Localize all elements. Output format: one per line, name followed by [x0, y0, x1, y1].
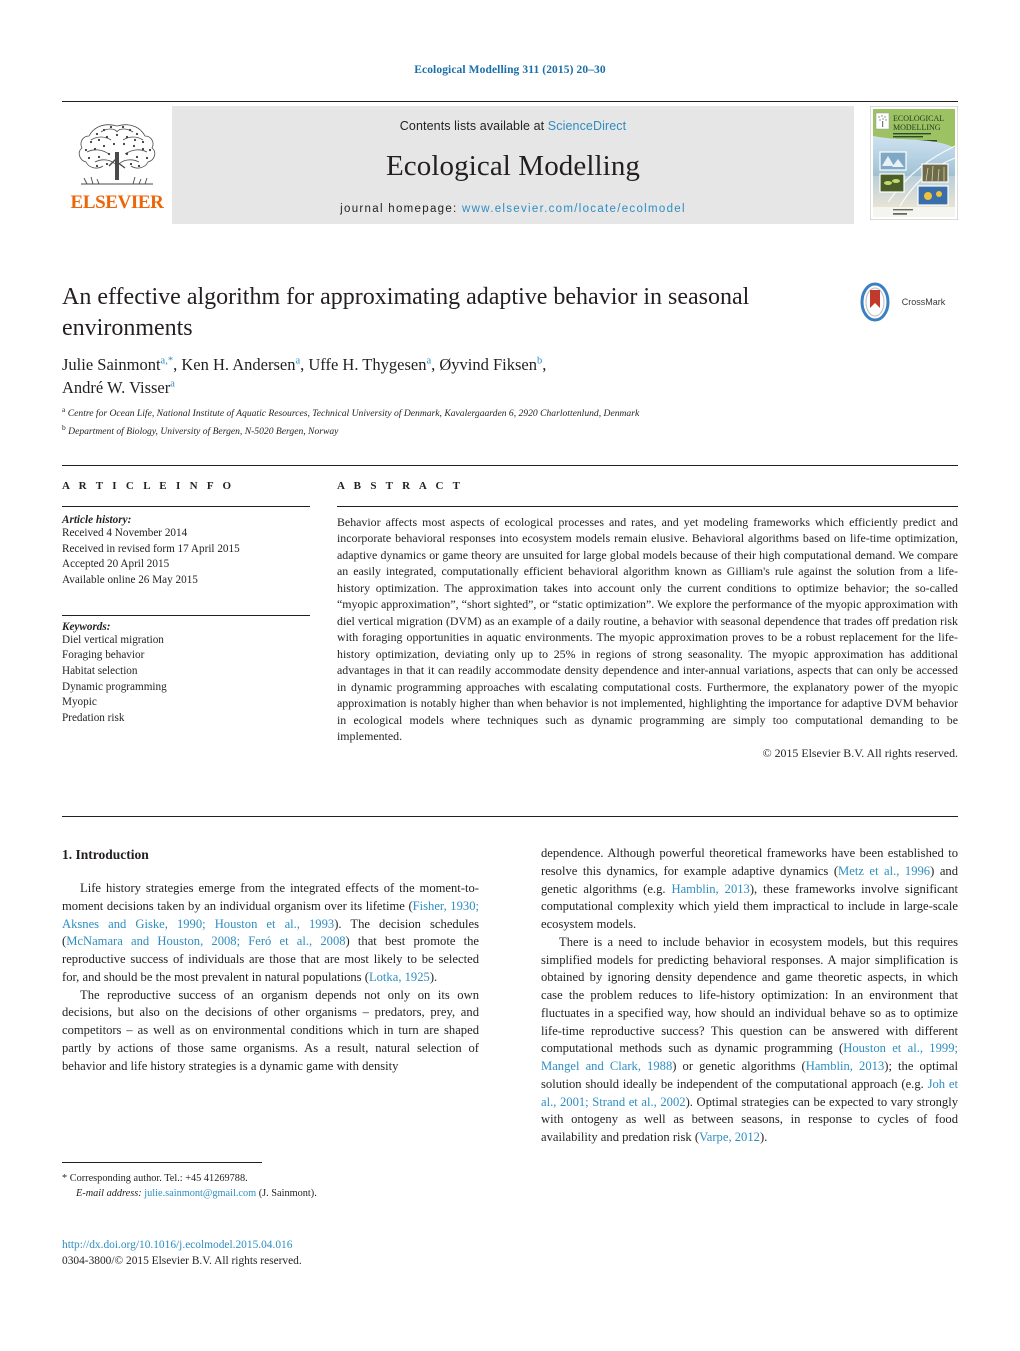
- running-head: Ecological Modelling 311 (2015) 20–30: [414, 64, 606, 76]
- doi-link[interactable]: http://dx.doi.org/10.1016/j.ecolmodel.20…: [62, 1238, 522, 1254]
- article-history-label: Article history:: [62, 514, 132, 526]
- intro-3-text-a: There is a need to include behavior in e…: [541, 934, 958, 1056]
- paragraph-intro-3: There is a need to include behavior in e…: [541, 934, 958, 1147]
- author-1-sup: a,*: [160, 355, 174, 367]
- author-list: Julie Sainmonta,*, Ken H. Andersen a , Uff…: [62, 353, 862, 400]
- citation-varpe[interactable]: Varpe, 2012: [699, 1130, 760, 1144]
- citation-hamblin-1[interactable]: Hamblin, 2013: [671, 882, 749, 896]
- affiliation-a-marker: a: [62, 405, 66, 414]
- journal-cover-image: ECOLOGICAL MODELLING: [869, 105, 959, 221]
- article-info-underline: [62, 506, 310, 507]
- abstract-heading: A B S T R A C T: [337, 480, 464, 492]
- keyword-item: Diel vertical migration: [62, 633, 164, 646]
- affiliation-a: a Centre for Ocean Life, National Instit…: [62, 404, 942, 422]
- abstract-copyright: © 2015 Elsevier B.V. All rights reserved…: [762, 745, 958, 760]
- author-3: , Uffe H. Thygesen: [300, 355, 427, 374]
- sciencedirect-link[interactable]: ScienceDirect: [548, 119, 626, 133]
- section-heading-introduction: 1. Introduction: [62, 847, 149, 862]
- crossmark-icon: [860, 282, 890, 322]
- author-line-end: ,: [542, 355, 547, 374]
- svg-text:ECOLOGICAL: ECOLOGICAL: [893, 114, 944, 123]
- abstract-underline: [337, 506, 958, 507]
- contents-prefix: Contents lists available at: [399, 119, 548, 133]
- doi-block: http://dx.doi.org/10.1016/j.ecolmodel.20…: [62, 1238, 522, 1270]
- intro-3-text-e: ).: [759, 1130, 768, 1144]
- keywords-label: Keywords:: [62, 620, 111, 633]
- masthead-center: Contents lists available at ScienceDirec…: [172, 106, 854, 224]
- paragraph-intro-1: Life history strategies emerge from the …: [62, 880, 479, 987]
- article-history-list: Received 4 November 2014 Received in rev…: [62, 526, 310, 589]
- abstract-column: A B S T R A C T Behavior affects most as…: [337, 480, 958, 761]
- keywords-list: Diel vertical migration Foraging behavio…: [62, 633, 310, 727]
- keyword-item: Predation risk: [62, 712, 125, 725]
- affiliation-b-marker: b: [62, 423, 66, 433]
- citation-lotka[interactable]: Lotka, 1925: [369, 970, 430, 984]
- email-owner: (J. Sainmont).: [258, 1187, 317, 1199]
- article-first-page: Ecological Modelling 311 (2015) 20–30 EL…: [0, 0, 1020, 1351]
- abstract-text: Behavior affects most aspects of ecologi…: [337, 515, 958, 744]
- corresponding-text: Corresponding author. Tel.: +45 41269788…: [69, 1173, 248, 1184]
- body-column-left: 1. Introduction Life history strategies …: [62, 845, 479, 1075]
- author-5-sup: a: [170, 378, 175, 390]
- footnote-block: * Corresponding author. Tel.: +45 412697…: [62, 1172, 482, 1202]
- history-item: Accepted 20 April 2015: [62, 558, 170, 571]
- divider-above-body: [62, 816, 958, 817]
- keyword-item: Myopic: [62, 696, 97, 709]
- journal-title: Ecological Modelling: [385, 150, 641, 182]
- article-info-column: A R T I C L E I N F O Article history: R…: [62, 480, 310, 727]
- footnote-divider: [62, 1162, 262, 1163]
- citation-mcnamara-fero[interactable]: McNamara and Houston, 2008; Feró et al.,…: [66, 934, 345, 948]
- keywords-block: Keywords: Diel vertical migration Foragi…: [62, 614, 310, 727]
- elsevier-wordmark: ELSEVIER: [70, 192, 164, 213]
- affiliation-list: a Centre for Ocean Life, National Instit…: [62, 404, 942, 440]
- intro-1-text-d: ).: [429, 969, 438, 984]
- email-note: E-mail address: julie.sainmont@gmail.com…: [62, 1187, 482, 1202]
- citation-metz[interactable]: Metz et al., 1996: [838, 864, 930, 878]
- elsevier-tree-icon: [78, 124, 156, 185]
- crossmark-label: CrossMark: [901, 297, 946, 307]
- corresponding-marker: *: [62, 1173, 68, 1184]
- email-label: E-mail address:: [76, 1187, 142, 1199]
- history-item: Available online 26 May 2015: [62, 574, 198, 587]
- author-1: Julie Sainmont: [62, 355, 161, 374]
- email-link[interactable]: julie.sainmont@gmail.com: [144, 1188, 256, 1199]
- affiliation-a-text: Centre for Ocean Life, National Institut…: [67, 408, 640, 420]
- paragraph-intro-2-cont: dependence. Although powerful theoretica…: [541, 845, 958, 934]
- journal-homepage-line: journal homepage: www.elsevier.com/locat…: [172, 203, 854, 215]
- keywords-divider: [62, 614, 310, 616]
- paragraph-intro-2: The reproductive success of an organism …: [62, 987, 479, 1073]
- page-title: An effective algorithm for approximating…: [62, 284, 750, 341]
- author-5: André W. Visser: [62, 378, 171, 398]
- svg-text:MODELLING: MODELLING: [893, 123, 941, 132]
- history-item: Received 4 November 2014: [62, 527, 188, 539]
- keyword-item: Habitat selection: [62, 665, 138, 678]
- citation-hamblin-2[interactable]: Hamblin, 2013: [806, 1059, 885, 1073]
- author-4: , Øyvind Fiksen: [431, 355, 538, 374]
- author-2: , Ken H. Andersen: [173, 355, 296, 374]
- body-column-right: dependence. Although powerful theoretica…: [541, 845, 958, 1147]
- divider-above-abstract: [62, 465, 958, 466]
- affiliation-b: b Department of Biology, University of B…: [62, 422, 942, 440]
- history-item: Received in revised form 17 April 2015: [62, 542, 240, 555]
- intro-3-text-b: ) or genetic algorithms (: [672, 1059, 806, 1073]
- homepage-prefix: journal homepage:: [340, 203, 463, 215]
- journal-homepage-link[interactable]: www.elsevier.com/locate/ecolmodel: [462, 203, 686, 215]
- issn-copyright-line: 0304-3800/© 2015 Elsevier B.V. All right…: [62, 1254, 302, 1267]
- elsevier-logo: ELSEVIER: [62, 102, 172, 224]
- keyword-item: Dynamic programming: [62, 680, 167, 693]
- corresponding-author-note: * Corresponding author. Tel.: +45 412697…: [62, 1172, 482, 1187]
- affiliation-b-text: Department of Biology, University of Ber…: [68, 426, 339, 438]
- journal-masthead: ELSEVIER Contents lists available at Sci…: [62, 101, 959, 224]
- keyword-item: Foraging behavior: [62, 649, 145, 662]
- contents-available-line: Contents lists available at ScienceDirec…: [172, 106, 854, 133]
- article-info-heading: A R T I C L E I N F O: [62, 480, 235, 492]
- journal-cover-thumbnail: ECOLOGICAL MODELLING: [869, 105, 959, 221]
- crossmark-badge[interactable]: CrossMark: [840, 282, 960, 322]
